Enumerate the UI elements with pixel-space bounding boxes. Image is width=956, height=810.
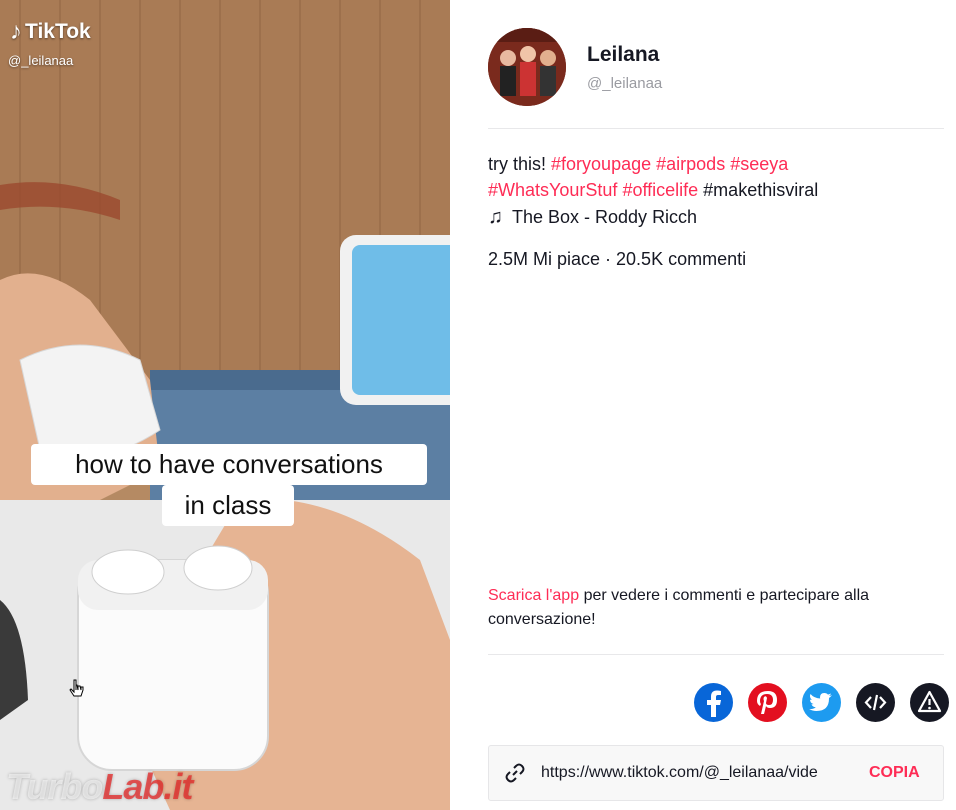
pinterest-icon <box>757 691 777 714</box>
hashtag-link[interactable]: #airpods <box>656 154 725 174</box>
tiktok-note-icon: ♪ <box>10 18 22 45</box>
avatar-image <box>488 28 566 106</box>
divider <box>488 128 944 129</box>
facebook-share-button[interactable] <box>694 683 733 722</box>
twitter-share-button[interactable] <box>802 683 841 722</box>
post-info-panel: Leilana @_leilanaa try this! #foryoupage… <box>450 0 956 810</box>
hashtag-link[interactable]: #officelife <box>622 180 698 200</box>
hashtag-link[interactable]: #foryoupage <box>551 154 651 174</box>
embed-icon <box>864 694 887 711</box>
download-app-link[interactable]: Scarica l'app <box>488 587 579 604</box>
video-username: @_leilanaa <box>8 53 74 68</box>
divider <box>488 654 944 655</box>
comments-prompt: Scarica l'app per vedere i commenti e pa… <box>488 584 938 632</box>
share-url[interactable]: https://www.tiktok.com/@_leilanaa/vide <box>541 764 853 782</box>
profile-name[interactable]: Leilana <box>587 43 659 67</box>
hashtag-text: #makethisviral <box>703 180 819 200</box>
watermark-part-1: Turbo <box>6 766 103 807</box>
report-button[interactable] <box>910 683 949 722</box>
tiktok-logo: ♪ TikTok <box>10 18 91 46</box>
share-buttons <box>694 683 949 722</box>
watermark: TurboLab.it <box>6 766 193 808</box>
video-frame <box>0 0 450 810</box>
profile-handle[interactable]: @_leilanaa <box>587 75 662 92</box>
twitter-icon <box>809 693 832 711</box>
music-note-icon: ♫ <box>488 206 503 228</box>
post-stats: 2.5M Mi piace · 20.5K commenti <box>488 249 747 269</box>
mouse-cursor-icon <box>69 679 84 697</box>
tiktok-embed-page: ♪ TikTok @_leilanaa how to have conversa… <box>0 0 956 810</box>
music-title: The Box - Roddy Ricch <box>512 207 698 227</box>
tiktok-logo-text: TikTok <box>25 20 91 43</box>
report-icon <box>917 690 942 713</box>
watermark-part-2: Lab.it <box>102 766 193 807</box>
embed-button[interactable] <box>856 683 895 722</box>
hashtag-link[interactable]: #WhatsYourStuf <box>488 180 617 200</box>
caption-line-2: in class <box>162 485 294 526</box>
facebook-icon <box>707 690 721 717</box>
link-icon <box>505 763 525 783</box>
pinterest-share-button[interactable] <box>748 683 787 722</box>
copy-link-box: https://www.tiktok.com/@_leilanaa/vide C… <box>488 745 944 801</box>
video-player[interactable]: ♪ TikTok @_leilanaa how to have conversa… <box>0 0 450 810</box>
music-link[interactable]: ♫ The Box - Roddy Ricch <box>488 206 697 229</box>
copy-button[interactable]: COPIA <box>869 764 920 782</box>
post-text: try this! <box>488 154 547 174</box>
post-description: try this! #foryoupage #airpods #seeya #W… <box>488 151 928 203</box>
caption-line-1: how to have conversations <box>31 444 427 485</box>
hashtag-link[interactable]: #seeya <box>730 154 788 174</box>
avatar[interactable] <box>488 28 566 106</box>
